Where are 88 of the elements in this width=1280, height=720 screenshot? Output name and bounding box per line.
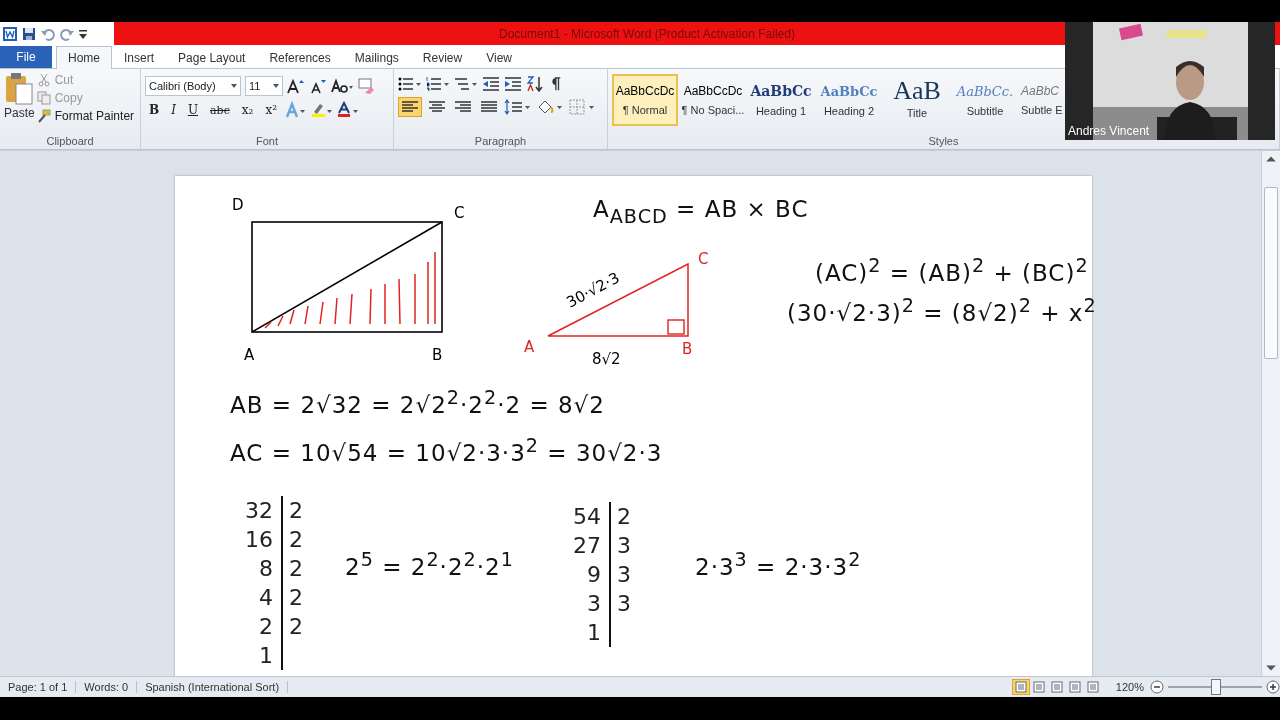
zoom-level[interactable]: 120% <box>1115 681 1144 693</box>
handwritten-equation: (AC)$^{2}$ = (AB)$^{2}$ + (BC)$^{2}$ <box>815 259 1089 286</box>
style-name: ¶ No Spaci... <box>681 104 745 116</box>
style-option[interactable]: AaBbCc Heading 2 <box>816 74 882 126</box>
style-name: ¶ Normal <box>622 104 668 116</box>
format-painter-button[interactable]: Format Painter <box>34 108 137 124</box>
scroll-up-icon[interactable] <box>1265 154 1277 164</box>
bullets-icon[interactable] <box>398 76 422 92</box>
style-option[interactable]: AaBbCc Heading 1 <box>748 74 814 126</box>
ribbon-tab[interactable]: Review <box>410 46 475 68</box>
format-button[interactable]: B <box>145 102 164 118</box>
style-preview: AaB <box>893 81 941 101</box>
ribbon-tab[interactable]: References <box>257 46 343 68</box>
scrollbar-thumb[interactable] <box>1264 187 1278 359</box>
grow-font-icon[interactable] <box>287 78 305 94</box>
file-tab[interactable]: File <box>0 46 52 68</box>
style-preview: AaBbCc <box>750 83 812 99</box>
multilevel-list-icon[interactable] <box>454 76 478 92</box>
page-count[interactable]: Page: 1 of 1 <box>0 681 77 693</box>
sort-icon[interactable] <box>526 76 544 92</box>
save-icon[interactable] <box>21 25 37 42</box>
handwritten-equation: (30·√2·3)$^{2}$ = (8√2)$^{2}$ + x$^{2}$ <box>787 299 1097 326</box>
language-indicator[interactable]: Spanish (International Sort) <box>137 681 289 693</box>
shading-icon[interactable] <box>536 98 564 116</box>
style-name: Subtitle <box>966 104 1004 117</box>
group-label: Styles <box>927 134 960 149</box>
text-effects-icon[interactable] <box>284 101 307 119</box>
scroll-down-icon[interactable] <box>1265 663 1277 673</box>
style-name: Heading 2 <box>823 104 875 117</box>
handwritten-equation: AB = 2√32 = 2√2$^{2}$·2$^{2}$·2 = 8√2 <box>230 391 605 418</box>
shrink-font-icon[interactable] <box>309 78 327 94</box>
font-color-icon[interactable] <box>336 101 359 119</box>
ribbon-tab[interactable]: Insert <box>112 46 167 68</box>
paintbrush-icon <box>36 109 51 123</box>
division-table: 32 2 16 2 8 2 4 2 2 2 1 <box>245 496 305 670</box>
style-option[interactable]: AaBbCcDc ¶ No Spaci... <box>680 74 746 126</box>
format-button[interactable]: abc <box>206 102 234 118</box>
highlight-icon[interactable] <box>310 101 333 119</box>
word-logo-icon[interactable] <box>2 25 18 42</box>
caret-icon[interactable] <box>273 84 279 88</box>
font-name-dropdown[interactable]: Calibri (Body) <box>145 76 241 96</box>
group-label: Clipboard <box>45 134 95 149</box>
align-left-icon[interactable] <box>398 97 422 117</box>
vertical-scrollbar[interactable] <box>1261 151 1280 676</box>
window-title: Document1 - Microsoft Word (Product Activation Failed) <box>499 26 795 41</box>
numbering-icon[interactable] <box>426 76 450 92</box>
format-button[interactable]: I <box>167 102 180 118</box>
style-option[interactable]: AaBbC Subtle E <box>1020 74 1064 126</box>
font-size-dropdown[interactable]: 11 <box>245 76 283 96</box>
decrease-indent-icon[interactable] <box>482 76 500 92</box>
ribbon-tab[interactable]: Mailings <box>342 46 411 68</box>
view-mode-icon[interactable] <box>1012 680 1029 694</box>
ribbon-tab[interactable]: View <box>474 46 524 68</box>
style-name: Heading 1 <box>755 105 807 117</box>
zoom-in-icon[interactable] <box>1266 680 1280 694</box>
style-preview: AaBbC <box>1021 84 1060 98</box>
handwritten-equation: 2$^{5}$ = 2$^{2}$·2$^{2}$·2$^{1}$ <box>345 553 514 580</box>
division-table: 54 2 27 3 9 3 3 3 1 <box>573 502 633 647</box>
style-name: Title <box>906 107 928 119</box>
handwritten-equation: A$_{ABCD}$ = AB × BC <box>593 196 809 222</box>
paste-button[interactable]: Paste <box>4 72 35 133</box>
format-button[interactable]: U <box>183 102 203 118</box>
style-preview: AaBbCcDc <box>683 84 743 98</box>
handwritten-equation: AC = 10√54 = 10√2·3·3$^{2}$ = 30√2·3 <box>230 439 663 466</box>
zoom-slider-thumb[interactable] <box>1211 679 1221 695</box>
ribbon-tab[interactable]: Page Layout <box>166 46 258 68</box>
scissors-icon <box>36 73 51 87</box>
zoom-out-icon[interactable] <box>1150 680 1164 694</box>
copy-icon <box>36 91 51 105</box>
style-option[interactable]: AaBbCc. Subtitle <box>952 74 1018 126</box>
participant-name: Andres Vincent <box>1068 124 1150 138</box>
format-button[interactable]: x² <box>261 102 281 118</box>
line-spacing-icon[interactable] <box>504 98 532 116</box>
style-preview: AaBbCcDc <box>615 84 675 98</box>
increase-indent-icon[interactable] <box>504 76 522 92</box>
format-button[interactable]: x₂ <box>237 102 258 118</box>
style-preview: AaBbCc <box>820 83 878 99</box>
group-label: Paragraph <box>473 134 528 149</box>
style-preview: AaBbCc. <box>956 83 1014 99</box>
word-count[interactable]: Words: 0 <box>76 681 138 693</box>
caret-icon[interactable] <box>231 84 237 88</box>
style-option[interactable]: AaB Title <box>884 74 950 126</box>
handwritten-equation: 2·3$^{3}$ = 2·3·3$^{2}$ <box>695 553 862 580</box>
change-case-icon[interactable] <box>331 77 353 95</box>
style-option[interactable]: AaBbCcDc ¶ Normal <box>612 74 678 126</box>
group-label: Font <box>255 134 279 149</box>
ribbon-tab[interactable]: Home <box>56 46 112 69</box>
style-name: Subtle E <box>1021 104 1063 116</box>
